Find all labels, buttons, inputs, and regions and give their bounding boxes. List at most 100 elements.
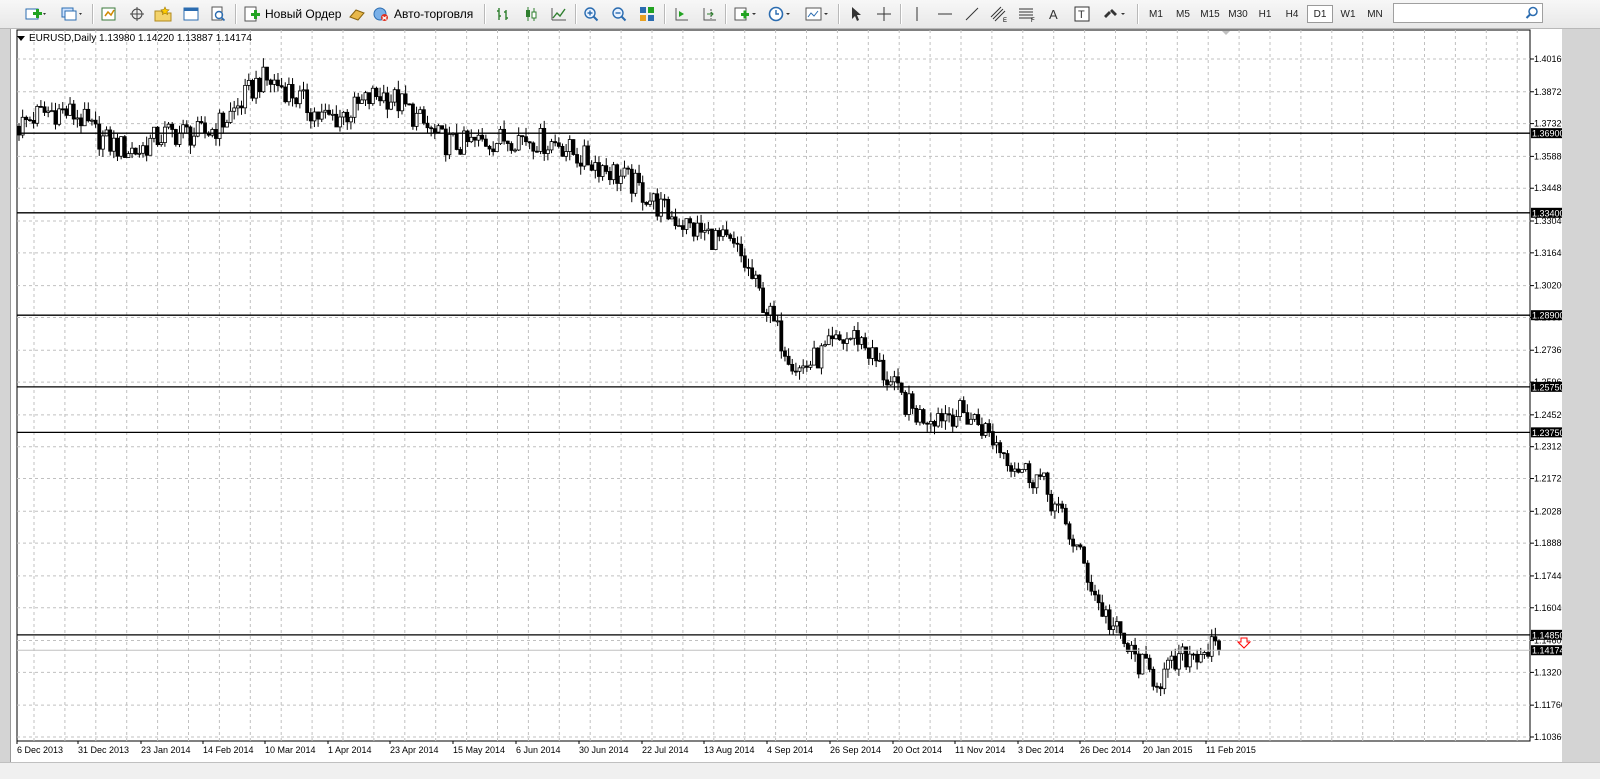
candle-body — [717, 230, 722, 237]
arrows-tool[interactable] — [1099, 4, 1129, 24]
candle-body — [400, 93, 404, 112]
left-window-edge — [0, 29, 11, 778]
timeframe-d1[interactable]: D1 — [1307, 5, 1333, 23]
candle-body — [494, 143, 499, 153]
equidistant-channel-tool[interactable]: E — [988, 4, 1010, 24]
date-tick-label: 13 Aug 2014 — [704, 745, 755, 755]
price-tick-label: 1.18880 — [1534, 538, 1562, 548]
clock-icon — [768, 6, 790, 22]
candle-body — [841, 339, 846, 344]
level-label: 1.25750 — [1532, 382, 1562, 392]
date-tick-label: 11 Nov 2014 — [955, 745, 1005, 755]
candle-body — [265, 66, 269, 81]
candle-body — [381, 92, 386, 102]
vertical-line-tool[interactable] — [906, 4, 928, 24]
autotrading-icon — [373, 7, 388, 21]
templates-button[interactable] — [802, 4, 832, 24]
timeframe-m30[interactable]: M30 — [1225, 5, 1251, 23]
candle-body — [396, 89, 401, 112]
timeframe-w1[interactable]: W1 — [1335, 5, 1361, 23]
candle-body — [739, 243, 744, 257]
chart-header[interactable]: EURUSD,Daily 1.13980 1.14220 1.13887 1.1… — [17, 33, 252, 44]
timeframe-m1[interactable]: M1 — [1143, 5, 1169, 23]
chart-menu-triangle-icon[interactable] — [17, 36, 25, 41]
search-icon[interactable] — [1525, 6, 1539, 20]
tile-windows-button[interactable] — [636, 4, 658, 24]
level-label: 1.14850 — [1532, 630, 1562, 640]
price-tick-label: 1.35880 — [1534, 151, 1562, 161]
profiles-button[interactable] — [56, 4, 86, 24]
candle-body — [133, 147, 138, 155]
candle-body — [235, 105, 240, 109]
zoom-in-button[interactable] — [580, 4, 602, 24]
crosshair-tool[interactable] — [873, 4, 895, 24]
text-label-tool[interactable]: T — [1071, 4, 1093, 24]
trendline-tool[interactable] — [961, 4, 983, 24]
timeframe-h4[interactable]: H4 — [1279, 5, 1305, 23]
horizontal-line-tool[interactable] — [934, 4, 956, 24]
search-input[interactable] — [1393, 3, 1543, 23]
candle-body — [706, 228, 711, 231]
chart-window[interactable]: 1.401601.387201.373201.358801.344801.330… — [11, 29, 1569, 762]
candle-body — [389, 101, 393, 110]
timeframe-mn[interactable]: MN — [1362, 5, 1388, 23]
candle-body — [852, 330, 857, 339]
candle-body — [111, 137, 116, 152]
timeframe-h1[interactable]: H1 — [1252, 5, 1278, 23]
data-window-button[interactable] — [126, 4, 148, 24]
candle-body — [1001, 452, 1006, 455]
price-chart[interactable]: 1.401601.387201.373201.358801.344801.330… — [11, 29, 1569, 762]
candle-body — [195, 121, 200, 137]
candle-body — [1049, 493, 1054, 512]
candle-body — [939, 413, 944, 422]
candle-body — [1012, 468, 1017, 472]
candle-body — [1195, 653, 1200, 663]
indicators-button[interactable] — [730, 4, 760, 24]
price-tick-label: 1.23120 — [1534, 442, 1562, 452]
terminal-button[interactable] — [180, 4, 202, 24]
line-chart-button[interactable] — [548, 4, 570, 24]
candle-body — [1158, 686, 1163, 690]
candle-body — [100, 135, 105, 150]
candle-body — [327, 109, 331, 115]
date-tick-label: 20 Jan 2015 — [1143, 745, 1193, 755]
fibonacci-tool[interactable]: F — [1016, 4, 1038, 24]
candle-body — [604, 165, 609, 172]
candle-body — [695, 222, 700, 237]
new-chart-button[interactable] — [20, 4, 50, 24]
text-tool[interactable]: A — [1043, 4, 1065, 24]
history-center-button[interactable] — [347, 4, 367, 24]
autotrading-button[interactable]: Авто-торговля — [372, 4, 478, 24]
candle-body — [804, 365, 809, 368]
candlestick-button[interactable] — [520, 4, 542, 24]
candle-body — [812, 347, 817, 366]
text-label-icon: T — [1074, 6, 1090, 22]
candle-body — [666, 198, 671, 220]
timeframe-m15[interactable]: M15 — [1197, 5, 1223, 23]
candle-body — [28, 119, 32, 122]
candle-body — [352, 96, 357, 118]
candle-body — [1067, 523, 1072, 540]
auto-scroll-button[interactable] — [670, 4, 692, 24]
candle-body — [713, 230, 718, 250]
navigator-button[interactable] — [152, 4, 174, 24]
candle-body — [141, 145, 145, 154]
candle-body — [589, 164, 594, 171]
market-watch-button[interactable] — [98, 4, 120, 24]
bar-chart-button[interactable] — [492, 4, 514, 24]
candle-body — [710, 228, 714, 250]
chart-shift-button[interactable] — [698, 4, 720, 24]
candle-body — [932, 421, 937, 427]
candle-body — [662, 198, 667, 201]
timeframe-m5[interactable]: M5 — [1170, 5, 1196, 23]
candle-body — [866, 347, 871, 359]
periods-button[interactable] — [765, 4, 795, 24]
strategy-tester-button[interactable] — [207, 4, 229, 24]
candle-body — [1191, 653, 1196, 656]
cursor-tool[interactable] — [845, 4, 867, 24]
candle-body — [1111, 625, 1116, 630]
candle-body — [1096, 594, 1101, 604]
candle-body — [1082, 546, 1086, 564]
zoom-out-button[interactable] — [608, 4, 630, 24]
new-order-button[interactable]: Новый Ордер — [243, 4, 343, 24]
